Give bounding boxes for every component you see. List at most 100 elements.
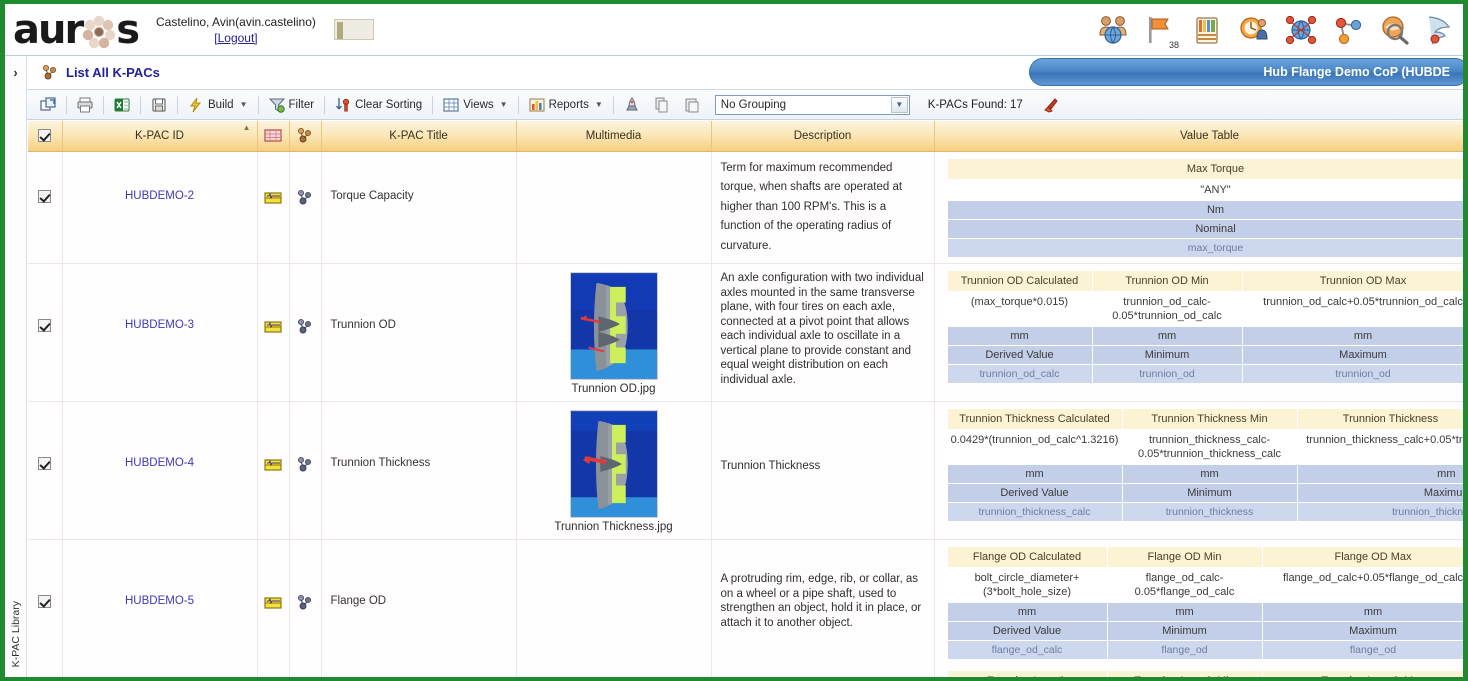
save-button[interactable] xyxy=(144,92,174,118)
language-selector[interactable] xyxy=(333,19,374,40)
value-unit: mm xyxy=(946,326,1093,346)
kpac-node-icon[interactable] xyxy=(290,152,321,207)
node-link-icon[interactable] xyxy=(1331,13,1365,47)
clear-sorting-button[interactable]: Clear Sorting xyxy=(328,92,429,118)
column-header-kpac-title[interactable]: K-PAC Title xyxy=(321,121,517,152)
filter-button[interactable]: Filter xyxy=(262,92,322,118)
logout-link[interactable]: [Logout] xyxy=(156,30,316,46)
row-valuetable-icon-cell[interactable] xyxy=(257,539,290,677)
reports-button[interactable]: Reports ▼ xyxy=(522,92,610,118)
kpac-id-link[interactable]: HUBDEMO-4 xyxy=(125,457,194,469)
feather-icon[interactable] xyxy=(1425,13,1459,47)
row-kpac-id-cell[interactable]: HUBDEMO-2 xyxy=(62,151,258,264)
value-table-icon[interactable] xyxy=(258,152,289,207)
row-kpac-icon-cell[interactable] xyxy=(289,401,322,540)
table-row[interactable]: HUBDEMO-2 Torque Capacity Term for maxim… xyxy=(28,151,1463,264)
new-window-button[interactable] xyxy=(33,92,63,118)
value-table-icon[interactable] xyxy=(258,402,289,474)
cop-context-label: Hub Flange Demo CoP (HUBDE xyxy=(1263,65,1450,79)
rocket-button[interactable] xyxy=(617,92,647,118)
grid-body: HUBDEMO-2 Torque Capacity Term for maxim… xyxy=(28,151,1463,677)
row-checkbox[interactable] xyxy=(38,457,52,470)
row-kpac-icon-cell[interactable] xyxy=(289,151,322,264)
flag-icon[interactable]: 38 xyxy=(1143,13,1179,50)
toolbar-separator xyxy=(66,95,67,114)
row-multimedia-cell[interactable]: Trunnion OD.jpg xyxy=(516,263,712,402)
excel-export-button[interactable] xyxy=(107,92,137,118)
grouping-select[interactable]: No Grouping ▼ xyxy=(714,94,910,115)
chevron-down-icon[interactable]: ▼ xyxy=(240,100,248,109)
kpac-id-link[interactable]: HUBDEMO-3 xyxy=(125,319,194,331)
chevron-down-icon[interactable]: ▼ xyxy=(890,96,908,113)
column-header-multimedia[interactable]: Multimedia xyxy=(516,121,712,152)
auros-logo: aur s xyxy=(13,6,140,53)
row-kpac-icon-cell[interactable] xyxy=(289,539,322,677)
community-users-icon[interactable] xyxy=(1096,13,1130,47)
column-header-valuetable-icon[interactable] xyxy=(257,121,290,152)
expand-sidebar-button[interactable]: › xyxy=(5,55,27,90)
value-expression: flange_od_calc+0.05*flange_od_calc xyxy=(1261,567,1463,603)
chevron-down-icon[interactable]: ▼ xyxy=(500,100,508,109)
row-select-cell[interactable] xyxy=(28,401,63,540)
row-valuetable-icon-cell[interactable] xyxy=(257,263,290,402)
column-header-select-all[interactable] xyxy=(28,121,63,152)
row-kpac-icon-cell[interactable] xyxy=(289,263,322,402)
row-kpac-id-cell[interactable]: HUBDEMO-5 xyxy=(62,539,258,677)
row-valuetable-icon-cell[interactable] xyxy=(257,401,290,540)
row-select-cell[interactable] xyxy=(28,539,63,677)
grid-icon xyxy=(443,97,459,113)
column-header-kpac-id-label: K-PAC ID xyxy=(135,129,184,142)
row-checkbox[interactable] xyxy=(38,595,52,608)
kpac-node-icon[interactable] xyxy=(290,540,321,612)
toolbar-separator xyxy=(517,95,519,114)
value-variable: trunnion_od xyxy=(1091,364,1243,384)
select-all-checkbox[interactable] xyxy=(38,129,52,143)
row-valuetable-icon-cell[interactable] xyxy=(257,151,290,264)
kpac-id-link[interactable]: HUBDEMO-5 xyxy=(125,595,194,607)
value-table-icon[interactable] xyxy=(258,264,289,336)
column-header-kpac-icon[interactable] xyxy=(289,121,322,152)
description-text: A protruding rim, edge, rib, or collar, … xyxy=(720,573,922,629)
value-unit: mm xyxy=(1106,602,1263,622)
column-header-kpac-id[interactable]: K-PAC ID ▲ xyxy=(62,121,258,152)
column-header-description[interactable]: Description xyxy=(711,121,935,152)
column-header-value-table[interactable]: Value Table xyxy=(934,121,1463,152)
trunnion-thickness-thumbnail[interactable] xyxy=(569,410,658,518)
value-expression: (max_torque*0.015) xyxy=(946,291,1093,327)
description-text: An axle configuration with two individua… xyxy=(720,272,924,386)
build-button[interactable]: Build ▼ xyxy=(181,92,255,118)
row-select-cell[interactable] xyxy=(28,151,63,264)
cop-context-badge[interactable]: Hub Flange Demo CoP (HUBDE xyxy=(1029,58,1463,86)
row-kpac-id-cell[interactable]: HUBDEMO-4 xyxy=(62,401,258,540)
table-row[interactable]: HUBDEMO-4 Trunnion Thickness Trunnion Th… xyxy=(28,401,1463,540)
copy-button[interactable] xyxy=(647,92,677,118)
row-checkbox[interactable] xyxy=(38,189,52,203)
toolbar-separator xyxy=(177,95,178,114)
row-select-cell[interactable] xyxy=(28,263,63,402)
logo-text-right: s xyxy=(116,6,140,53)
globe-network-icon[interactable] xyxy=(1284,13,1318,47)
highlighter-button[interactable] xyxy=(1035,92,1065,118)
row-multimedia-cell[interactable]: Trunnion Thickness.jpg xyxy=(516,401,712,540)
row-description-cell: Trunnion Thickness xyxy=(711,401,935,540)
value-table-unit-row: mm mm mm xyxy=(946,602,1463,622)
value-table-icon[interactable] xyxy=(258,540,289,612)
table-row[interactable]: HUBDEMO-3 Trunnion OD Trunnion OD.jpg An… xyxy=(28,263,1463,402)
clock-person-icon[interactable] xyxy=(1237,13,1271,47)
kpac-node-icon[interactable] xyxy=(290,402,321,474)
library-books-icon[interactable] xyxy=(1190,13,1224,47)
print-button[interactable] xyxy=(70,92,100,118)
kpac-library-tab[interactable]: K-PAC Library xyxy=(5,597,27,671)
kpac-node-icon[interactable] xyxy=(290,264,321,336)
search-globe-icon[interactable] xyxy=(1378,13,1412,47)
row-checkbox[interactable] xyxy=(38,319,52,332)
paste-button[interactable] xyxy=(677,92,707,118)
row-kpac-id-cell[interactable]: HUBDEMO-3 xyxy=(62,263,258,402)
views-button[interactable]: Views ▼ xyxy=(436,92,514,118)
kpac-id-link[interactable]: HUBDEMO-2 xyxy=(125,190,194,202)
table-row[interactable]: HUBDEMO-5 Flange OD A protruding rim, ed… xyxy=(28,539,1463,677)
column-header-value-table-label: Value Table xyxy=(1179,129,1240,142)
chevron-down-icon[interactable]: ▼ xyxy=(595,100,603,109)
trunnion-od-thumbnail[interactable] xyxy=(569,272,658,380)
kpac-title-text: Trunnion Thickness xyxy=(330,457,431,469)
